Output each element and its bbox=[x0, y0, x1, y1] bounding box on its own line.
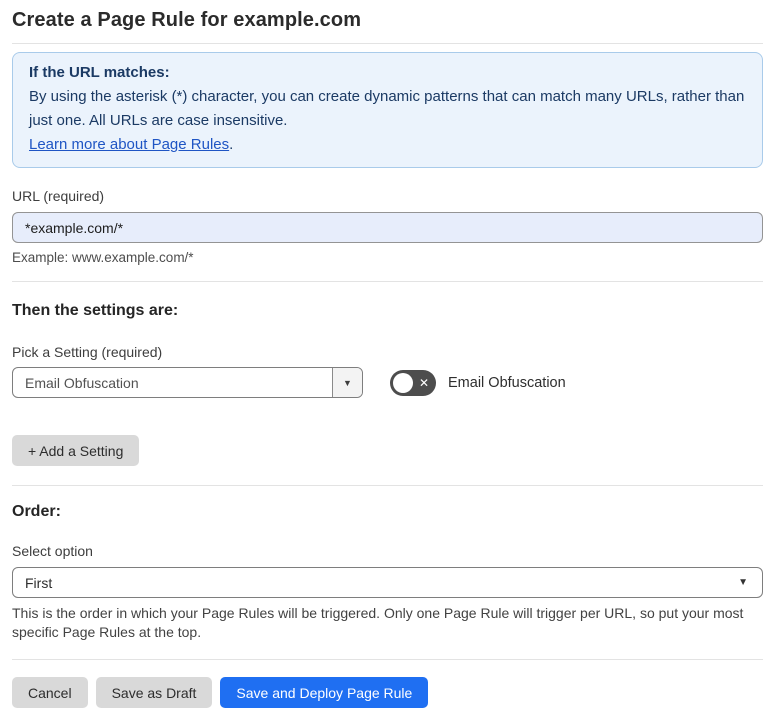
add-setting-button[interactable]: + Add a Setting bbox=[12, 435, 140, 466]
settings-section-heading: Then the settings are: bbox=[12, 302, 179, 319]
info-box-heading: If the URL matches: bbox=[29, 64, 170, 81]
title-divider bbox=[12, 43, 763, 44]
toggle-label: Email Obfuscation bbox=[448, 374, 566, 391]
toggle-knob bbox=[393, 372, 413, 393]
setting-select-value: Email Obfuscation bbox=[25, 374, 139, 391]
dropdown-caret-icon: ▼ bbox=[738, 577, 748, 588]
dropdown-arrow-icon[interactable]: ▼ bbox=[332, 368, 362, 397]
order-select-label: Select option bbox=[12, 543, 93, 559]
url-input[interactable] bbox=[12, 212, 763, 243]
setting-row: Email Obfuscation ▼ ✕ Email Obfuscation bbox=[12, 367, 763, 398]
cancel-button[interactable]: Cancel bbox=[12, 677, 88, 708]
page-title: Create a Page Rule for example.com bbox=[12, 9, 362, 31]
footer-divider bbox=[12, 659, 763, 660]
info-box-body: By using the asterisk (*) character, you… bbox=[29, 88, 745, 129]
footer-actions: Cancel Save as Draft Save and Deploy Pag… bbox=[12, 677, 763, 708]
x-icon: ✕ bbox=[418, 375, 429, 390]
order-section-heading: Order: bbox=[12, 503, 61, 520]
email-obfuscation-toggle[interactable]: ✕ bbox=[390, 369, 436, 396]
order-select[interactable]: First ▼ bbox=[12, 567, 763, 598]
section-divider bbox=[12, 485, 763, 486]
url-matches-info-box: If the URL matches: By using the asteris… bbox=[12, 52, 763, 168]
pick-setting-label: Pick a Setting (required) bbox=[12, 344, 163, 360]
info-link-line: Learn more about Page Rules. bbox=[29, 133, 746, 157]
url-example-helper: Example: www.example.com/* bbox=[12, 250, 194, 265]
link-period: . bbox=[229, 136, 234, 153]
save-deploy-button[interactable]: Save and Deploy Page Rule bbox=[220, 677, 429, 708]
save-draft-button[interactable]: Save as Draft bbox=[95, 677, 213, 708]
url-field-label: URL (required) bbox=[12, 188, 105, 204]
order-helper-text: This is the order in which your Page Rul… bbox=[12, 605, 744, 640]
setting-select[interactable]: Email Obfuscation ▼ bbox=[12, 367, 363, 398]
learn-more-link[interactable]: Learn more about Page Rules bbox=[29, 136, 229, 153]
section-divider bbox=[12, 281, 763, 282]
order-select-value: First bbox=[25, 574, 53, 591]
